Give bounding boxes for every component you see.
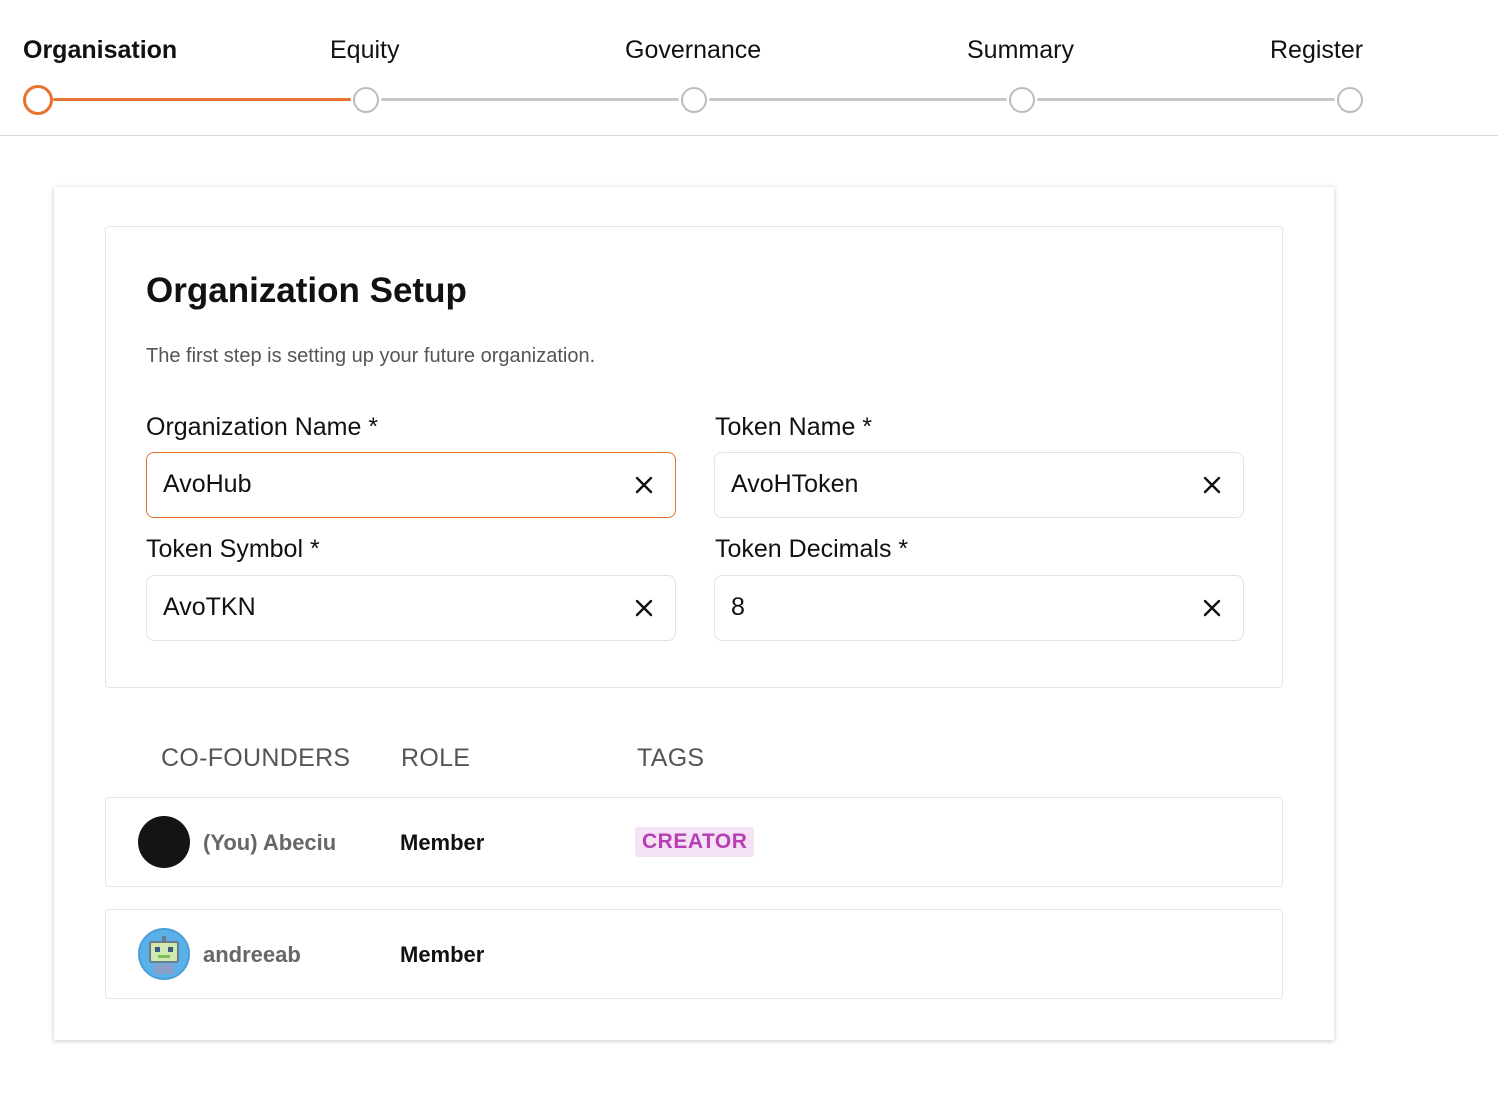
- close-icon[interactable]: [633, 597, 655, 619]
- step-connector: [709, 98, 1007, 101]
- close-icon[interactable]: [1201, 597, 1223, 619]
- org-name-input[interactable]: AvoHub: [146, 452, 676, 518]
- token-symbol-input[interactable]: AvoTKN: [146, 575, 676, 641]
- member-role: Member: [400, 830, 485, 855]
- org-name-value: AvoHub: [163, 470, 252, 498]
- step-organisation[interactable]: Organisation: [23, 36, 177, 65]
- step-dot-register[interactable]: [1337, 87, 1363, 113]
- step-connector: [381, 98, 679, 101]
- token-name-input[interactable]: AvoHToken: [714, 452, 1244, 518]
- token-name-value: AvoHToken: [731, 470, 859, 498]
- close-icon[interactable]: [633, 474, 655, 496]
- progress-stepper: Organisation Equity Governance Summary R…: [0, 0, 1498, 136]
- token-decimals-input[interactable]: 8: [714, 575, 1244, 641]
- robot-avatar-icon: [140, 930, 188, 978]
- setup-form-box: Organization Setup The first step is set…: [105, 226, 1283, 688]
- org-name-label: Organization Name *: [146, 413, 379, 441]
- step-connector: [1037, 98, 1335, 101]
- token-symbol-value: AvoTKN: [163, 593, 256, 621]
- member-name: (You) Abeciu: [203, 830, 337, 855]
- step-dot-organisation[interactable]: [23, 85, 53, 115]
- member-name: andreeab: [203, 942, 301, 967]
- avatar: [138, 928, 190, 980]
- avatar: [138, 816, 190, 868]
- tags-column-header: TAGS: [637, 744, 705, 772]
- page-title: Organization Setup: [146, 271, 467, 310]
- token-symbol-label: Token Symbol *: [146, 535, 320, 563]
- step-dot-equity[interactable]: [353, 87, 379, 113]
- creator-tag-badge: CREATOR: [635, 827, 755, 857]
- close-icon[interactable]: [1201, 474, 1223, 496]
- step-governance[interactable]: Governance: [625, 36, 761, 65]
- table-row[interactable]: (You) Abeciu Member CREATOR: [105, 797, 1283, 887]
- member-role: Member: [400, 942, 485, 967]
- token-decimals-label: Token Decimals *: [715, 535, 909, 563]
- step-dot-summary[interactable]: [1009, 87, 1035, 113]
- step-connector-done: [53, 98, 351, 101]
- step-dot-governance[interactable]: [681, 87, 707, 113]
- role-column-header: ROLE: [401, 744, 471, 772]
- organization-setup-card: Organization Setup The first step is set…: [54, 187, 1334, 1040]
- step-equity[interactable]: Equity: [330, 36, 399, 65]
- token-decimals-value: 8: [731, 593, 745, 621]
- table-row[interactable]: andreeab Member: [105, 909, 1283, 999]
- token-name-label: Token Name *: [715, 413, 873, 441]
- step-summary[interactable]: Summary: [967, 36, 1074, 65]
- page-description: The first step is setting up your future…: [146, 345, 596, 367]
- cofounders-column-header: CO-FOUNDERS: [161, 744, 351, 772]
- step-register[interactable]: Register: [1270, 36, 1363, 65]
